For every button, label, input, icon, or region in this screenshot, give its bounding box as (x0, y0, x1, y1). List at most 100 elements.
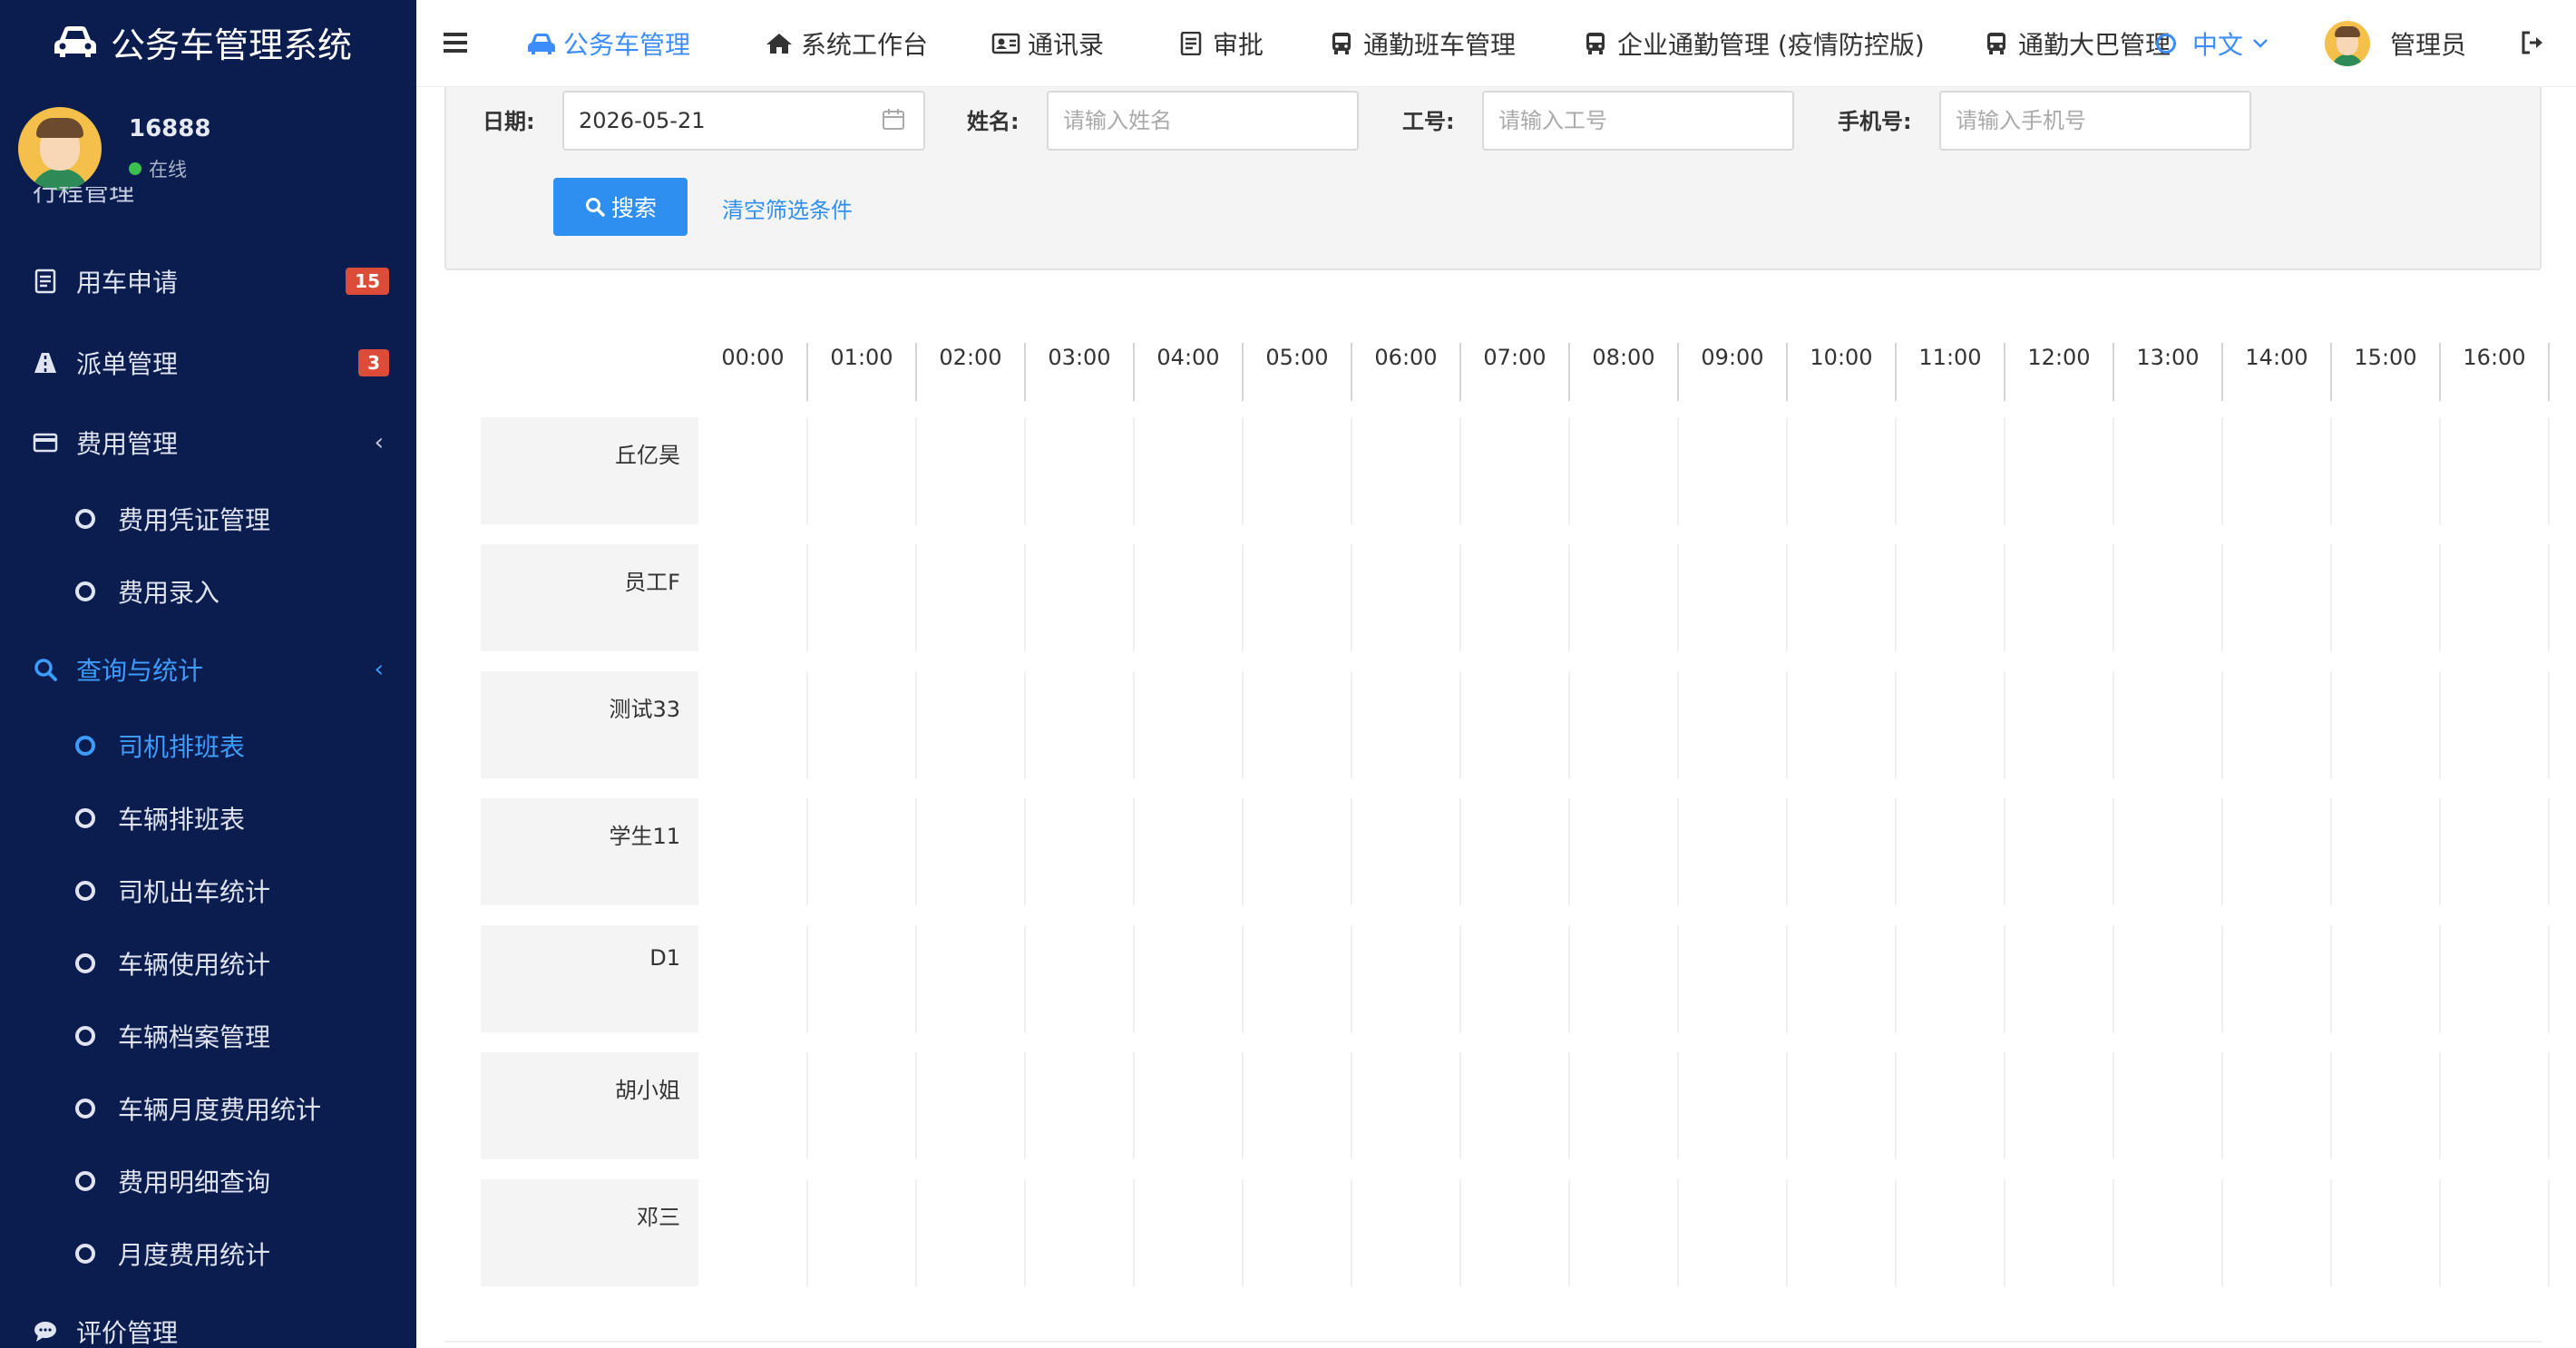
sidebar-subitem-fee-entry[interactable]: 费用录入 (0, 564, 416, 619)
schedule-slot-divider (2004, 1179, 2005, 1286)
schedule-slot-divider (2221, 417, 2223, 524)
date-input[interactable] (562, 91, 925, 151)
schedule-slot-divider (1024, 671, 1026, 778)
driver-name-cell: 丘亿昊 (481, 417, 698, 524)
schedule-slot-divider (1677, 925, 1679, 1032)
employee-no-input[interactable] (1482, 91, 1794, 151)
schedule-slot-divider (1133, 671, 1135, 778)
hour-header: 02:00 (939, 345, 1002, 370)
language-switcher[interactable]: 中文 (2156, 0, 2269, 87)
sidebar-item-label: 用车申请 (76, 268, 179, 298)
sidebar-item-reviews[interactable]: 评价管理 (0, 1304, 416, 1348)
schedule-slot-divider (1024, 925, 1026, 1032)
nav-official-car[interactable]: 公务车管理 (527, 0, 690, 87)
schedule-slot-divider (1786, 1052, 1788, 1159)
schedule-slot-divider (2004, 925, 2005, 1032)
sidebar-subitem-label: 司机出车统计 (118, 877, 271, 907)
schedule-slot-divider (806, 544, 808, 651)
logout-icon[interactable] (2519, 29, 2546, 56)
avatar (18, 107, 102, 190)
nav-label: 通勤班车管理 (1363, 30, 1517, 60)
schedule-slot-divider (806, 925, 808, 1032)
schedule-slot-divider (1786, 798, 1788, 905)
circle-icon (75, 736, 95, 756)
nav-shuttle-bus[interactable]: 通勤班车管理 (1327, 0, 1516, 87)
schedule-slot-divider (1024, 544, 1026, 651)
schedule-slot-divider (1024, 1179, 1026, 1286)
schedule-slot-divider (1786, 1179, 1788, 1286)
schedule-slot-divider (2330, 1179, 2332, 1286)
schedule-slot-divider (1242, 798, 1244, 905)
sidebar-item-fees[interactable]: 费用管理 ‹ (0, 415, 416, 470)
schedule-slot-divider (2113, 925, 2114, 1032)
driver-name-cell: 邓三 (481, 1179, 698, 1286)
bus-icon (1332, 33, 1351, 54)
schedule-slot-divider (2113, 671, 2114, 778)
search-icon (34, 659, 57, 681)
chevron-left-icon: ‹ (374, 656, 384, 683)
sidebar-subitem-vehicle-archive[interactable]: 车辆档案管理 (0, 1009, 416, 1063)
nav-contacts[interactable]: 通讯录 (991, 0, 1104, 87)
schedule-slot-divider (2113, 417, 2114, 524)
driver-name-cell: 学生11 (481, 798, 698, 905)
nav-workbench[interactable]: 系统工作台 (765, 0, 928, 87)
sidebar-subitem-monthly-fees[interactable]: 月度费用统计 (0, 1226, 416, 1281)
sidebar-subitem-driver-stats[interactable]: 司机出车统计 (0, 864, 416, 918)
schedule-slot-divider (1677, 1052, 1679, 1159)
sidebar-subitem-vehicle-schedule[interactable]: 车辆排班表 (0, 791, 416, 845)
sidebar-subitem-label: 月度费用统计 (118, 1240, 271, 1270)
schedule-slot-divider (1568, 544, 1570, 651)
sidebar-subitem-label: 车辆使用统计 (118, 950, 271, 980)
online-dot-icon (129, 162, 141, 175)
phone-label: 手机号: (1838, 109, 1912, 134)
sidebar-subitem-label: 司机排班表 (118, 732, 246, 762)
nav-label: 通讯录 (1028, 30, 1105, 60)
sidebar-subitem-vehicle-monthly-fees[interactable]: 车辆月度费用统计 (0, 1081, 416, 1136)
phone-input[interactable] (1939, 91, 2251, 151)
sidebar-item-partial[interactable]: 行程管理 (33, 187, 196, 210)
clear-filters-link[interactable]: 清空筛选条件 (722, 192, 853, 224)
sidebar-subitem-vehicle-usage[interactable]: 车辆使用统计 (0, 936, 416, 991)
schedule-slot-divider (1677, 417, 1679, 524)
road-icon (34, 353, 56, 373)
calendar-icon[interactable] (882, 107, 905, 131)
name-input[interactable] (1047, 91, 1359, 151)
nav-enterprise-commute[interactable]: 企业通勤管理 (疫情防控版) (1581, 0, 1925, 87)
menu-toggle-icon[interactable] (444, 33, 467, 53)
sidebar-subitem-fee-details[interactable]: 费用明细查询 (0, 1154, 416, 1208)
circle-icon (75, 1026, 95, 1046)
sidebar-item-car-request[interactable]: 用车申请 15 (0, 254, 416, 308)
chevron-down-icon (2253, 39, 2268, 48)
hour-header: 03:00 (1048, 345, 1111, 370)
nav-commute-coach[interactable]: 通勤大巴管理 (1982, 0, 2171, 87)
count-badge: 3 (358, 349, 389, 376)
sidebar-item-label: 评价管理 (76, 1318, 179, 1348)
schedule-slot-divider (1242, 671, 1244, 778)
schedule-slot-divider (806, 417, 808, 524)
schedule-slot-divider (2548, 1052, 2550, 1159)
app-brand[interactable]: 公务车管理系统 (0, 0, 416, 83)
schedule-slot-divider (2113, 1179, 2114, 1286)
hour-divider (2548, 343, 2550, 401)
schedule-slot-divider (1459, 544, 1461, 651)
sidebar-subitem-voucher[interactable]: 费用凭证管理 (0, 492, 416, 546)
schedule-slot-divider (1024, 798, 1026, 905)
schedule-slot-divider (1895, 1179, 1897, 1286)
schedule-slot-divider (2004, 544, 2005, 651)
search-button[interactable]: 搜索 (553, 178, 688, 236)
nav-approval[interactable]: 审批 (1176, 0, 1264, 87)
count-badge: 15 (346, 268, 389, 295)
circle-icon (75, 953, 95, 973)
circle-icon (75, 1244, 95, 1264)
schedule-slot-divider (2221, 1179, 2223, 1286)
sidebar-subitem-driver-schedule[interactable]: 司机排班表 (0, 718, 416, 773)
sidebar-item-dispatch[interactable]: 派单管理 3 (0, 336, 416, 390)
admin-user-menu[interactable]: 管理员 (2325, 0, 2466, 87)
user-panel: 16888 在线 (18, 107, 210, 190)
name-label: 姓名: (967, 109, 1020, 134)
sidebar-item-query-stats[interactable]: 查询与统计 ‹ (0, 642, 416, 697)
schedule-slot-divider (2004, 798, 2005, 905)
search-button-label: 搜索 (610, 195, 657, 221)
schedule-slot-divider (1242, 417, 1244, 524)
hour-header: 15:00 (2354, 345, 2417, 370)
